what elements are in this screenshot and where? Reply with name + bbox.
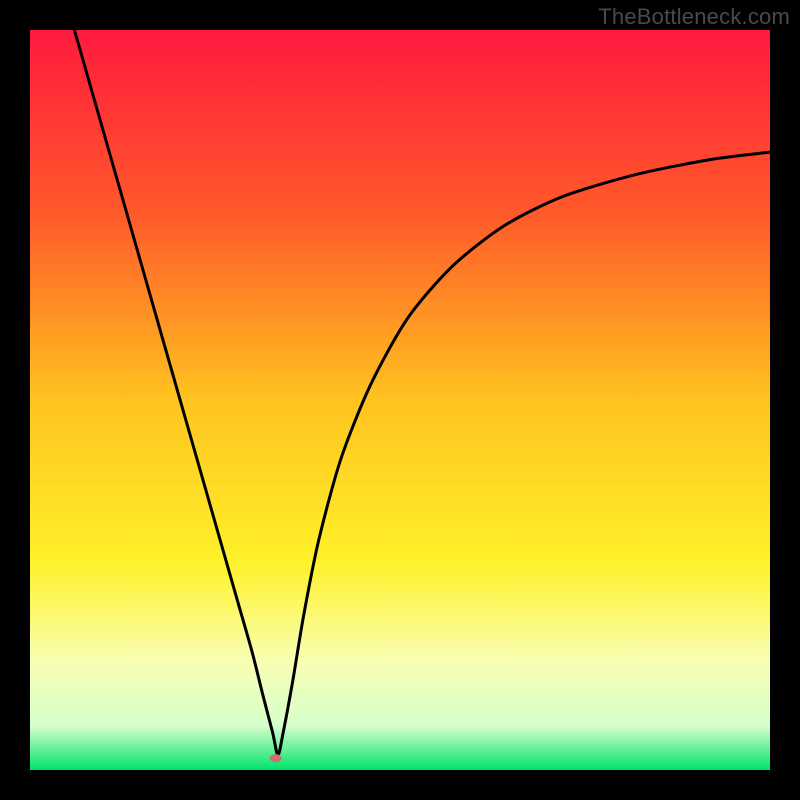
watermark-label: TheBottleneck.com (598, 4, 790, 30)
plot-svg (30, 30, 770, 770)
plot-area (30, 30, 770, 770)
chart-frame: TheBottleneck.com (0, 0, 800, 800)
min-point-marker (270, 754, 282, 762)
gradient-background (30, 30, 770, 770)
